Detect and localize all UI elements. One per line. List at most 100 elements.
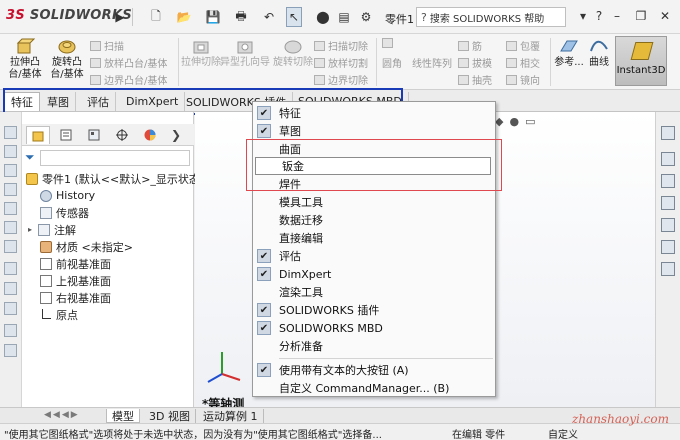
display-manager-tab[interactable] [138,126,162,144]
menu-item-data-migration[interactable]: 数据迁移 [253,211,495,229]
fillet-button[interactable] [382,38,396,48]
menu-expand-icon[interactable]: ▶ [114,7,126,27]
tab-model[interactable]: 模型 [106,409,140,423]
status-units[interactable]: 自定义 [548,426,578,440]
design-library-icon[interactable] [661,152,675,166]
menu-item-evaluate[interactable]: ✔ 评估 [253,247,495,265]
menu-item-sheet-metal[interactable]: 钣金 [255,157,491,175]
tree-root-part[interactable]: 零件1 (默认<<默认>_显示状态 [26,170,200,187]
draft-button[interactable]: 拔模 [458,55,492,70]
help-search-input[interactable]: ? 搜索 SOLIDWORKS 帮助 [416,7,566,27]
strip-icon-7[interactable] [4,240,17,253]
tab-3d-views[interactable]: 3D 视图 [144,409,196,423]
menu-item-sketch[interactable]: ✔ 草图 [253,122,495,140]
solidworks-resources-icon[interactable] [661,126,675,140]
panel-more-icon[interactable]: ❯ [168,126,184,144]
configuration-manager-tab[interactable] [82,126,106,144]
rib-button[interactable]: 筋 [458,38,482,53]
wrap-button[interactable]: 包覆 [506,38,540,53]
menu-item-direct-editing[interactable]: 直接编辑 [253,229,495,247]
restore-icon[interactable]: ❐ [630,6,652,26]
forum-icon[interactable] [661,262,675,276]
tab-evaluate[interactable]: 评估 [81,92,116,111]
menu-item-render-tools[interactable]: 渲染工具 [253,283,495,301]
new-document-icon[interactable]: 🗋 [146,7,166,27]
rebuild-icon[interactable]: ⬤ [316,7,330,27]
shell-button[interactable]: 抽壳 [458,72,492,87]
feature-manager-tab[interactable] [26,126,50,144]
file-explorer-icon[interactable] [661,174,675,188]
menu-item-solidworks-addins[interactable]: ✔ SOLIDWORKS 插件 [253,301,495,319]
tree-item-material[interactable]: 材质 <未指定> [40,238,133,255]
mirror-button[interactable]: 镜向 [506,72,540,87]
hole-wizard-button[interactable]: 异型孔向导 [220,37,270,69]
menu-item-customize-commandmanager[interactable]: 自定义 CommandManager... (B) [253,379,495,397]
loft-boss-button[interactable]: 放样凸台/基体 [90,55,167,70]
tree-item-right-plane[interactable]: 右视基准面 [40,289,111,306]
strip-icon-1[interactable] [4,126,17,139]
linear-pattern-button[interactable]: 线性阵列 [412,55,452,70]
tab-motion-study[interactable]: 运动算例 1 [198,409,264,423]
select-pointer-icon[interactable]: ↖ [286,7,302,27]
custom-properties-icon[interactable] [661,240,675,254]
menu-item-analysis-prep[interactable]: 分析准备 [253,337,495,355]
menu-item-features[interactable]: ✔ 特征 [253,104,495,122]
close-icon[interactable]: ✕ [654,6,676,26]
boundary-boss-button[interactable]: 边界凸台/基体 [90,72,167,87]
tree-item-origin[interactable]: 原点 [40,306,78,323]
tree-item-top-plane[interactable]: 上视基准面 [40,272,111,289]
filter-funnel-icon[interactable]: ⏷ [25,150,35,165]
loft-cut-button[interactable]: 放样切割 [314,55,368,70]
tree-filter-input[interactable] [40,150,190,166]
strip-icon-2[interactable] [4,145,17,158]
tab-dimxpert[interactable]: DimXpert [120,92,186,111]
save-icon[interactable]: 💾 [202,7,224,27]
strip-icon-11[interactable] [4,324,17,337]
sweep-cut-button[interactable]: 扫描切除 [314,38,368,53]
menu-item-solidworks-mbd[interactable]: ✔ SOLIDWORKS MBD [253,319,495,337]
tree-item-front-plane[interactable]: 前视基准面 [40,255,111,272]
expand-arrow-icon[interactable]: ▸ [28,225,36,234]
property-manager-tab[interactable] [54,126,78,144]
strip-icon-6[interactable] [4,221,17,234]
appearance-icon[interactable]: ● [509,115,519,131]
revolve-cut-button[interactable]: 旋转切除 [272,37,314,69]
tree-item-sensors[interactable]: 传感器 [40,204,89,221]
view-palette-icon[interactable] [661,196,675,210]
view-orientation-icon[interactable]: ◆ [495,115,503,131]
tree-item-history[interactable]: History [40,187,95,204]
intersect-button[interactable]: 相交 [506,55,540,70]
monitor-icon[interactable]: ▭ [525,115,535,131]
dimxpert-manager-tab[interactable] [110,126,134,144]
tree-item-annotations[interactable]: ▸ 注解 [28,221,76,238]
menu-item-dimxpert[interactable]: ✔ DimXpert [253,265,495,283]
menu-item-large-buttons-with-text[interactable]: ✔ 使用带有文本的大按钮 (A) [253,361,495,379]
strip-icon-8[interactable] [4,262,17,275]
options-gear-icon[interactable]: ⚙ [356,7,376,27]
file-properties-icon[interactable]: ▤ [336,7,352,27]
open-document-icon[interactable]: 📂 [172,7,196,27]
strip-icon-12[interactable] [4,344,17,357]
print-icon[interactable]: 🖶 [230,7,252,27]
reference-geometry-button[interactable]: 参考... [552,37,586,69]
menu-item-weldments[interactable]: 焊件 [253,175,495,193]
curves-button[interactable]: 曲线 [584,37,614,69]
extrude-cut-button[interactable]: 拉伸切除 [180,37,222,69]
menu-item-surfaces[interactable]: 曲面 [253,140,495,158]
tab-sketch[interactable]: 草图 [41,92,76,111]
strip-icon-5[interactable] [4,202,17,215]
boundary-cut-button[interactable]: 边界切除 [314,72,368,87]
strip-icon-3[interactable] [4,164,17,177]
appearances-icon[interactable] [661,218,675,232]
tab-features[interactable]: 特征 [4,92,40,111]
menu-item-mold-tools[interactable]: 模具工具 [253,193,495,211]
strip-icon-4[interactable] [4,183,17,196]
sweep-boss-button[interactable]: 扫描 [90,38,124,53]
revolve-boss-button[interactable]: 旋转凸台/基体 [46,37,88,81]
tab-scroll-arrows-icon[interactable]: ◀◀◀▶ [44,410,80,420]
strip-icon-9[interactable] [4,282,17,295]
strip-icon-10[interactable] [4,302,17,315]
minimize-icon[interactable]: – [606,6,628,26]
instant3d-button[interactable]: Instant3D [615,36,667,86]
fillet-label-button[interactable]: 圆角 [382,55,402,70]
